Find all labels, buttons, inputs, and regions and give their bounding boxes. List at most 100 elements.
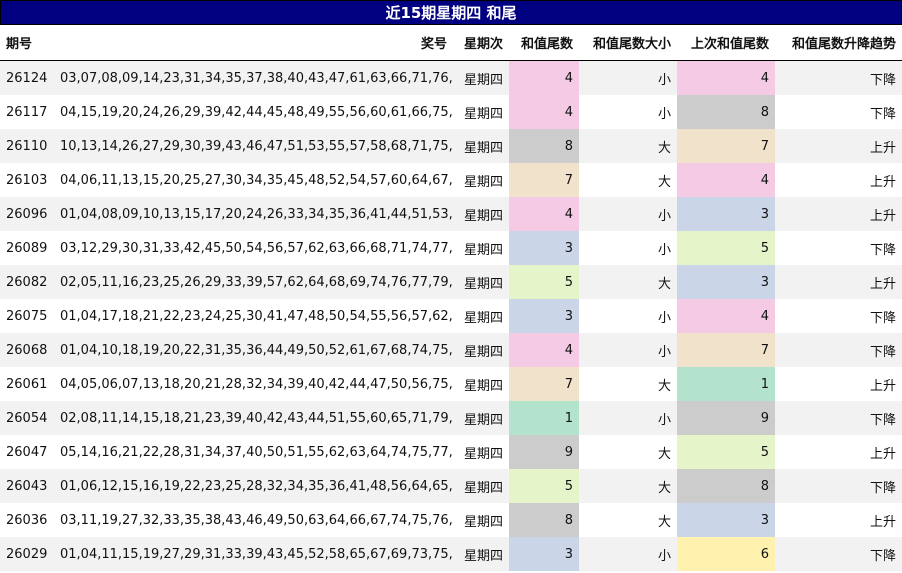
cell-weekday: 星期四 — [453, 299, 509, 333]
cell-tail: 8 — [509, 503, 579, 537]
table-row: 26096 01,04,08,09,10,13,15,17,20,24,26,33… — [0, 197, 902, 231]
header-size: 和值尾数大小 — [579, 25, 677, 61]
cell-trend: 上升 — [775, 503, 902, 537]
cell-weekday: 星期四 — [453, 163, 509, 197]
cell-trend: 下降 — [775, 231, 902, 265]
table-row: 26089 03,12,29,30,31,33,42,45,50,54,56,57… — [0, 231, 902, 265]
cell-trend: 上升 — [775, 163, 902, 197]
cell-tail: 3 — [509, 537, 579, 571]
table-row: 26054 02,08,11,14,15,18,21,23,39,40,42,43… — [0, 401, 902, 435]
table-row: 26061 04,05,06,07,13,18,20,21,28,32,34,39… — [0, 367, 902, 401]
cell-numbers: 02,08,11,14,15,18,21,23,39,40,42,43,44,5… — [54, 401, 453, 435]
cell-prev-tail: 1 — [677, 367, 775, 401]
cell-weekday: 星期四 — [453, 435, 509, 469]
cell-tail: 7 — [509, 163, 579, 197]
cell-issue: 26096 — [0, 197, 54, 231]
cell-issue: 26082 — [0, 265, 54, 299]
header-tail: 和值尾数 — [509, 25, 579, 61]
cell-weekday: 星期四 — [453, 537, 509, 571]
cell-size: 小 — [579, 60, 677, 95]
cell-issue: 26124 — [0, 60, 54, 95]
cell-weekday: 星期四 — [453, 129, 509, 163]
cell-size: 小 — [579, 197, 677, 231]
cell-size: 大 — [579, 129, 677, 163]
cell-weekday: 星期四 — [453, 503, 509, 537]
cell-prev-tail: 5 — [677, 435, 775, 469]
cell-tail: 4 — [509, 95, 579, 129]
cell-size: 小 — [579, 231, 677, 265]
cell-issue: 26036 — [0, 503, 54, 537]
cell-numbers: 01,04,10,18,19,20,22,31,35,36,44,49,50,5… — [54, 333, 453, 367]
table-row: 26075 01,04,17,18,21,22,23,24,25,30,41,47… — [0, 299, 902, 333]
cell-issue: 26054 — [0, 401, 54, 435]
cell-numbers: 10,13,14,26,27,29,30,39,43,46,47,51,53,5… — [54, 129, 453, 163]
cell-size: 大 — [579, 367, 677, 401]
cell-issue: 26068 — [0, 333, 54, 367]
cell-trend: 下降 — [775, 333, 902, 367]
cell-weekday: 星期四 — [453, 265, 509, 299]
table-row: 26036 03,11,19,27,32,33,35,38,43,46,49,50… — [0, 503, 902, 537]
cell-size: 小 — [579, 537, 677, 571]
table-row: 26124 03,07,08,09,14,23,31,34,35,37,38,40… — [0, 60, 902, 95]
cell-prev-tail: 6 — [677, 537, 775, 571]
cell-tail: 4 — [509, 60, 579, 95]
cell-size: 大 — [579, 265, 677, 299]
cell-tail: 4 — [509, 333, 579, 367]
cell-numbers: 01,06,12,15,16,19,22,23,25,28,32,34,35,3… — [54, 469, 453, 503]
cell-issue: 26029 — [0, 537, 54, 571]
cell-size: 大 — [579, 469, 677, 503]
cell-tail: 1 — [509, 401, 579, 435]
header-row: 期号 奖号 星期次 和值尾数 和值尾数大小 上次和值尾数 和值尾数升降趋势 — [0, 25, 902, 61]
cell-numbers: 05,14,16,21,22,28,31,34,37,40,50,51,55,6… — [54, 435, 453, 469]
cell-tail: 7 — [509, 367, 579, 401]
header-weekday: 星期次 — [453, 25, 509, 61]
cell-size: 大 — [579, 435, 677, 469]
table-row: 26110 10,13,14,26,27,29,30,39,43,46,47,51… — [0, 129, 902, 163]
cell-trend: 下降 — [775, 299, 902, 333]
cell-weekday: 星期四 — [453, 401, 509, 435]
cell-trend: 下降 — [775, 401, 902, 435]
cell-size: 小 — [579, 333, 677, 367]
cell-numbers: 04,15,19,20,24,26,29,39,42,44,45,48,49,5… — [54, 95, 453, 129]
results-table: 期号 奖号 星期次 和值尾数 和值尾数大小 上次和值尾数 和值尾数升降趋势 26… — [0, 25, 902, 571]
cell-tail: 3 — [509, 231, 579, 265]
cell-prev-tail: 9 — [677, 401, 775, 435]
cell-tail: 8 — [509, 129, 579, 163]
table-row: 26068 01,04,10,18,19,20,22,31,35,36,44,49… — [0, 333, 902, 367]
table-row: 26047 05,14,16,21,22,28,31,34,37,40,50,51… — [0, 435, 902, 469]
cell-prev-tail: 8 — [677, 469, 775, 503]
table-row: 26029 01,04,11,15,19,27,29,31,33,39,43,45… — [0, 537, 902, 571]
cell-trend: 上升 — [775, 265, 902, 299]
cell-weekday: 星期四 — [453, 469, 509, 503]
table-row: 26103 04,06,11,13,15,20,25,27,30,34,35,45… — [0, 163, 902, 197]
cell-prev-tail: 5 — [677, 231, 775, 265]
cell-issue: 26061 — [0, 367, 54, 401]
cell-prev-tail: 4 — [677, 60, 775, 95]
table-body: 26124 03,07,08,09,14,23,31,34,35,37,38,40… — [0, 60, 902, 571]
cell-weekday: 星期四 — [453, 333, 509, 367]
cell-weekday: 星期四 — [453, 197, 509, 231]
cell-numbers: 04,06,11,13,15,20,25,27,30,34,35,45,48,5… — [54, 163, 453, 197]
cell-prev-tail: 3 — [677, 197, 775, 231]
cell-weekday: 星期四 — [453, 95, 509, 129]
cell-size: 大 — [579, 503, 677, 537]
cell-trend: 上升 — [775, 197, 902, 231]
cell-numbers: 02,05,11,16,23,25,26,29,33,39,57,62,64,6… — [54, 265, 453, 299]
cell-tail: 5 — [509, 469, 579, 503]
cell-weekday: 星期四 — [453, 367, 509, 401]
cell-issue: 26103 — [0, 163, 54, 197]
cell-weekday: 星期四 — [453, 60, 509, 95]
table-row: 26082 02,05,11,16,23,25,26,29,33,39,57,62… — [0, 265, 902, 299]
cell-trend: 上升 — [775, 367, 902, 401]
cell-numbers: 04,05,06,07,13,18,20,21,28,32,34,39,40,4… — [54, 367, 453, 401]
cell-prev-tail: 8 — [677, 95, 775, 129]
cell-trend: 下降 — [775, 60, 902, 95]
cell-issue: 26117 — [0, 95, 54, 129]
cell-trend: 上升 — [775, 435, 902, 469]
cell-tail: 3 — [509, 299, 579, 333]
cell-numbers: 03,12,29,30,31,33,42,45,50,54,56,57,62,6… — [54, 231, 453, 265]
cell-numbers: 03,07,08,09,14,23,31,34,35,37,38,40,43,4… — [54, 60, 453, 95]
cell-issue: 26089 — [0, 231, 54, 265]
cell-numbers: 01,04,17,18,21,22,23,24,25,30,41,47,48,5… — [54, 299, 453, 333]
cell-tail: 9 — [509, 435, 579, 469]
